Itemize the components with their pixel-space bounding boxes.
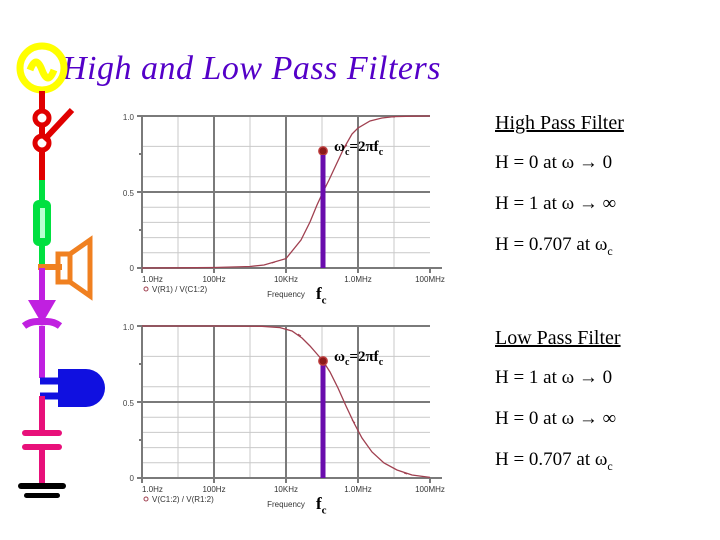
lowpass-heading: Low Pass Filter <box>495 327 621 349</box>
x-tick-label: 100MHz <box>415 485 445 494</box>
highpass-line-3-text: H = 0.707 at ω <box>495 233 608 255</box>
speaker-icon <box>38 235 93 301</box>
lowpass-line-3-text: H = 0.707 at ω <box>495 448 608 470</box>
ground-icon <box>18 483 66 498</box>
grid-major <box>142 116 430 268</box>
y-tick-label: 1.0 <box>123 113 135 122</box>
lowpass-line-2-text: H = 0 at ω → ∞ <box>495 407 617 429</box>
legend-label: V(R1) / V(C1:2) <box>152 285 207 294</box>
lowpass-line-1-text: H = 1 at ω → 0 <box>495 367 613 388</box>
x-axis-title: Frequency <box>267 290 305 299</box>
x-tick-label: 100Hz <box>202 485 225 494</box>
circuit-clipart <box>16 42 105 498</box>
fc-annotation: fc <box>316 494 327 517</box>
cutoff-marker-dot <box>318 146 328 156</box>
y-tick-label: 0.5 <box>123 399 135 408</box>
lowpass-line-3: H = 0.707 at ωc <box>495 449 715 474</box>
lowpass-line-1: H = 1 at ω → 0 <box>495 367 715 392</box>
capacitor-icon <box>22 430 62 450</box>
ac-source-icon <box>16 42 68 94</box>
legend-marker <box>143 496 149 502</box>
lowpass-line-3-sub: c <box>607 458 613 473</box>
highpass-line-2: H = 1 at ω → ∞ <box>495 193 715 218</box>
highpass-text-block: High Pass Filter H = 0 at ω → 0 H = 1 at… <box>495 112 715 274</box>
highpass-line-3-sub: c <box>607 243 613 258</box>
lamp-icon <box>40 369 105 407</box>
highpass-line-2-text: H = 1 at ω → ∞ <box>495 192 617 214</box>
omega-c-annotation: ωc=2πfc <box>334 349 384 368</box>
y-tick-label: 0.5 <box>123 189 135 198</box>
highpass-line-1-text: H = 0 at ω → 0 <box>495 152 613 173</box>
cutoff-marker-dot <box>318 356 328 366</box>
legend-marker <box>143 286 149 292</box>
legend-label: V(C1:2) / V(R1:2) <box>152 495 214 504</box>
resistor-icon <box>33 200 51 246</box>
x-tick-label: 10KHz <box>274 275 298 284</box>
x-tick-label: 100Hz <box>202 275 225 284</box>
highpass-line-3: H = 0.707 at ωc <box>495 234 715 259</box>
x-tick-label: 1.0MHz <box>344 275 372 284</box>
x-axis-title: Frequency <box>267 500 305 509</box>
x-tick-label: 10KHz <box>274 485 298 494</box>
switch-icon <box>32 107 75 180</box>
lowpass-line-2: H = 0 at ω → ∞ <box>495 408 715 433</box>
lowpass-text-block: Low Pass Filter H = 1 at ω → 0 H = 0 at … <box>495 327 715 489</box>
grid-major <box>142 326 430 478</box>
page-title: High and Low Pass Filters <box>62 50 441 87</box>
x-tick-label: 1.0Hz <box>142 275 163 284</box>
fc-annotation: fc <box>316 284 327 307</box>
y-tick-label: 1.0 <box>123 323 135 332</box>
highpass-chart: 1.0 0.5 0 1.0Hz 100Hz 10KHz 1.0MHz 100MH… <box>112 108 457 306</box>
y-tick-label: 0 <box>130 264 135 273</box>
diode-icon <box>21 300 63 329</box>
highpass-heading: High Pass Filter <box>495 112 624 134</box>
x-tick-label: 100MHz <box>415 275 445 284</box>
y-tick-label: 0 <box>130 474 135 483</box>
highpass-line-1: H = 0 at ω → 0 <box>495 152 715 177</box>
omega-c-annotation: ωc=2πfc <box>334 139 384 158</box>
lowpass-chart: 1.0 0.5 0 1.0Hz 100Hz 10KHz 1.0MHz 100MH… <box>112 318 457 516</box>
x-tick-label: 1.0MHz <box>344 485 372 494</box>
x-tick-label: 1.0Hz <box>142 485 163 494</box>
